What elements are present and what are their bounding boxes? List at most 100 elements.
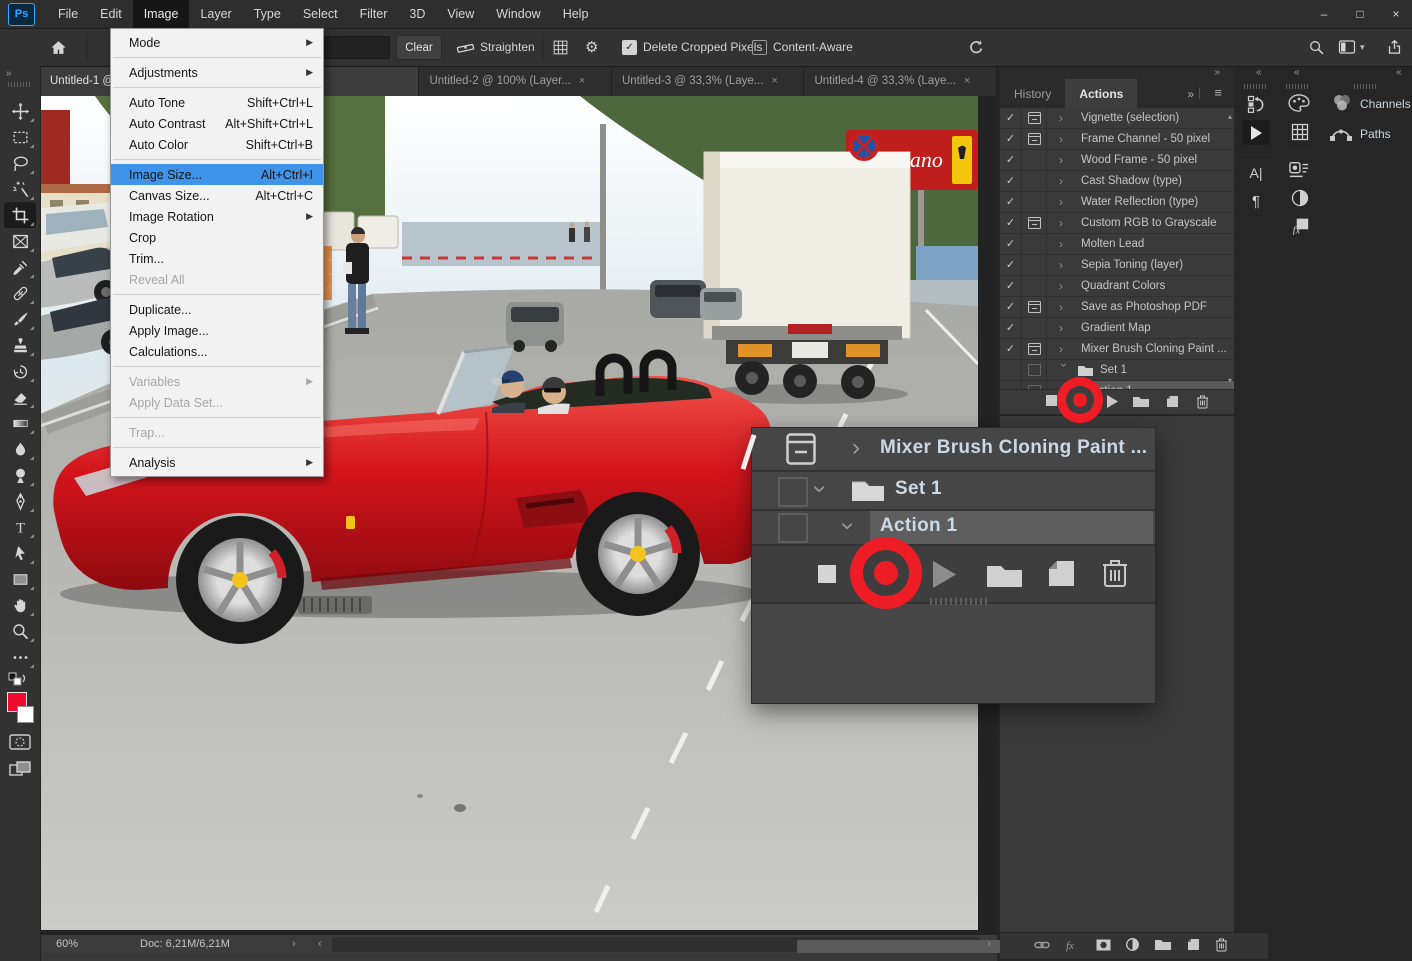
- check-icon[interactable]: ✓: [1000, 213, 1022, 233]
- channels-label[interactable]: Channels: [1360, 97, 1411, 111]
- menu-item-auto-contrast[interactable]: Auto ContrastAlt+Shift+Ctrl+L: [111, 113, 323, 134]
- collapse-column-icon[interactable]: «: [1294, 67, 1300, 78]
- expand-chevron-icon[interactable]: ›: [1047, 195, 1075, 209]
- adjustments-panel-icon[interactable]: [1288, 186, 1312, 210]
- scroll-down-icon[interactable]: ▾: [1228, 376, 1232, 385]
- pen-tool[interactable]: [4, 488, 36, 514]
- action-row[interactable]: ✓ › Wood Frame - 50 pixel: [1000, 150, 1234, 171]
- expand-chevron-icon[interactable]: ›: [1047, 237, 1075, 251]
- folder-icon[interactable]: [1154, 938, 1172, 954]
- dialog-toggle-empty[interactable]: [1022, 234, 1047, 254]
- eraser-tool[interactable]: [4, 384, 36, 410]
- new-set-folder-button[interactable]: [986, 561, 1023, 591]
- expand-chevron-icon[interactable]: ›: [1047, 153, 1075, 167]
- swap-colors-icon[interactable]: [8, 672, 28, 691]
- zoom-level[interactable]: 60%: [56, 938, 78, 950]
- action-row[interactable]: ✓ › Cast Shadow (type): [1000, 171, 1234, 192]
- expand-chevron-icon[interactable]: ›: [1047, 300, 1075, 314]
- lasso-tool[interactable]: [4, 150, 36, 176]
- expand-chevron-icon[interactable]: ›: [1047, 342, 1075, 356]
- move-tool[interactable]: [4, 98, 36, 124]
- paths-label[interactable]: Paths: [1360, 127, 1391, 141]
- panel-menu-icon[interactable]: ≡: [1214, 85, 1222, 100]
- reset-icon[interactable]: [968, 28, 985, 66]
- actions-panel-icon[interactable]: [1242, 120, 1270, 145]
- dialog-toggle-icon[interactable]: [1022, 213, 1047, 233]
- rectangle-tool[interactable]: [4, 566, 36, 592]
- menu-item-crop[interactable]: Crop: [111, 227, 323, 248]
- include-checkbox[interactable]: [778, 513, 808, 543]
- document-tab-3[interactable]: Untitled-3 @ 33,3% (Laye...×: [612, 66, 805, 96]
- channels-icon[interactable]: [1330, 92, 1354, 114]
- color-panel-icon[interactable]: [1286, 92, 1312, 114]
- crop-tool[interactable]: [4, 202, 36, 228]
- doc-size-info[interactable]: Doc: 6,21M/6,21M: [140, 938, 230, 950]
- new-icon[interactable]: [1187, 938, 1200, 954]
- expand-chevron-icon[interactable]: ›: [1047, 258, 1075, 272]
- maximize-button[interactable]: □: [1352, 7, 1368, 21]
- healing-brush-tool[interactable]: [4, 280, 36, 306]
- scroll-left-icon[interactable]: ‹: [318, 938, 322, 950]
- search-icon[interactable]: [1308, 28, 1325, 66]
- check-icon[interactable]: ✓: [1000, 108, 1022, 128]
- close-icon[interactable]: ×: [964, 75, 970, 87]
- type-tool[interactable]: T: [4, 514, 36, 540]
- dodge-tool[interactable]: [4, 462, 36, 488]
- action-row[interactable]: ✓ › Custom RGB to Grayscale: [1000, 213, 1234, 234]
- action-row[interactable]: ✓ › Vignette (selection): [1000, 108, 1234, 129]
- check-icon[interactable]: ✓: [1000, 276, 1022, 296]
- close-button[interactable]: ×: [1388, 7, 1404, 21]
- trash-button[interactable]: [1196, 395, 1209, 412]
- dialog-toggle-empty[interactable]: [1022, 171, 1047, 191]
- scroll-right-icon[interactable]: ›: [987, 938, 991, 950]
- trash-button[interactable]: [1102, 559, 1128, 591]
- inset-set-row[interactable]: › Set 1: [752, 472, 1155, 511]
- menu-item-mode[interactable]: Mode▶: [111, 32, 323, 53]
- gear-icon[interactable]: ⚙: [585, 28, 598, 66]
- action-row[interactable]: ✓ › Frame Channel - 50 pixel: [1000, 129, 1234, 150]
- crop-ratio-input[interactable]: [318, 36, 390, 59]
- frame-tool[interactable]: [4, 228, 36, 254]
- inset-action-row[interactable]: › Action 1: [752, 511, 1155, 546]
- collapse-dock-icon[interactable]: »: [6, 68, 12, 79]
- dialog-toggle-empty[interactable]: [1022, 318, 1047, 338]
- check-icon[interactable]: ✓: [1000, 171, 1022, 191]
- menu-item-image-size[interactable]: Image Size...Alt+Ctrl+I: [111, 164, 323, 185]
- expand-chevron-icon[interactable]: ›: [1047, 216, 1075, 230]
- menubar-item-help[interactable]: Help: [552, 0, 600, 28]
- record-highlight-circle[interactable]: [1057, 377, 1103, 423]
- eyedropper-tool[interactable]: [4, 254, 36, 280]
- include-checkbox[interactable]: [778, 477, 808, 507]
- menubar-item-layer[interactable]: Layer: [189, 0, 242, 28]
- stop-button[interactable]: [818, 565, 836, 586]
- more-tool[interactable]: [4, 644, 36, 670]
- collapse-column-icon[interactable]: «: [1256, 67, 1262, 78]
- dialog-toggle-empty[interactable]: [1022, 276, 1047, 296]
- document-tab-2[interactable]: Untitled-2 @ 100% (Layer...×: [419, 66, 612, 96]
- collapse-chevron-icon[interactable]: ›: [1057, 363, 1071, 377]
- column-grip[interactable]: [1244, 84, 1266, 89]
- action-row[interactable]: ✓ › Molten Lead: [1000, 234, 1234, 255]
- column-grip[interactable]: [1354, 84, 1376, 89]
- expand-chevron-icon[interactable]: ›: [1047, 132, 1075, 146]
- dialog-toggle-empty[interactable]: [1022, 255, 1047, 275]
- brush-tool[interactable]: [4, 306, 36, 332]
- character-panel-icon[interactable]: A|: [1244, 162, 1268, 184]
- menu-item-image-rotation[interactable]: Image Rotation▶: [111, 206, 323, 227]
- history-panel-icon[interactable]: [1244, 92, 1268, 116]
- menu-item-duplicate[interactable]: Duplicate...: [111, 299, 323, 320]
- play-button[interactable]: [932, 561, 956, 591]
- menubar-item-filter[interactable]: Filter: [349, 0, 399, 28]
- action-row[interactable]: ✓ › Sepia Toning (layer): [1000, 255, 1234, 276]
- dialog-toggle-icon[interactable]: [786, 433, 816, 468]
- hand-tool[interactable]: [4, 592, 36, 618]
- expand-chevron-icon[interactable]: ›: [852, 436, 860, 460]
- share-icon[interactable]: [1386, 28, 1403, 66]
- horizontal-scrollbar[interactable]: [332, 937, 980, 952]
- properties-panel-icon[interactable]: [1286, 158, 1312, 182]
- menu-item-trim[interactable]: Trim...: [111, 248, 323, 269]
- panel-tab-actions[interactable]: Actions: [1065, 79, 1137, 108]
- menu-item-auto-color[interactable]: Auto ColorShift+Ctrl+B: [111, 134, 323, 155]
- menu-item-adjustments[interactable]: Adjustments▶: [111, 62, 323, 83]
- check-icon[interactable]: ✓: [1000, 339, 1022, 359]
